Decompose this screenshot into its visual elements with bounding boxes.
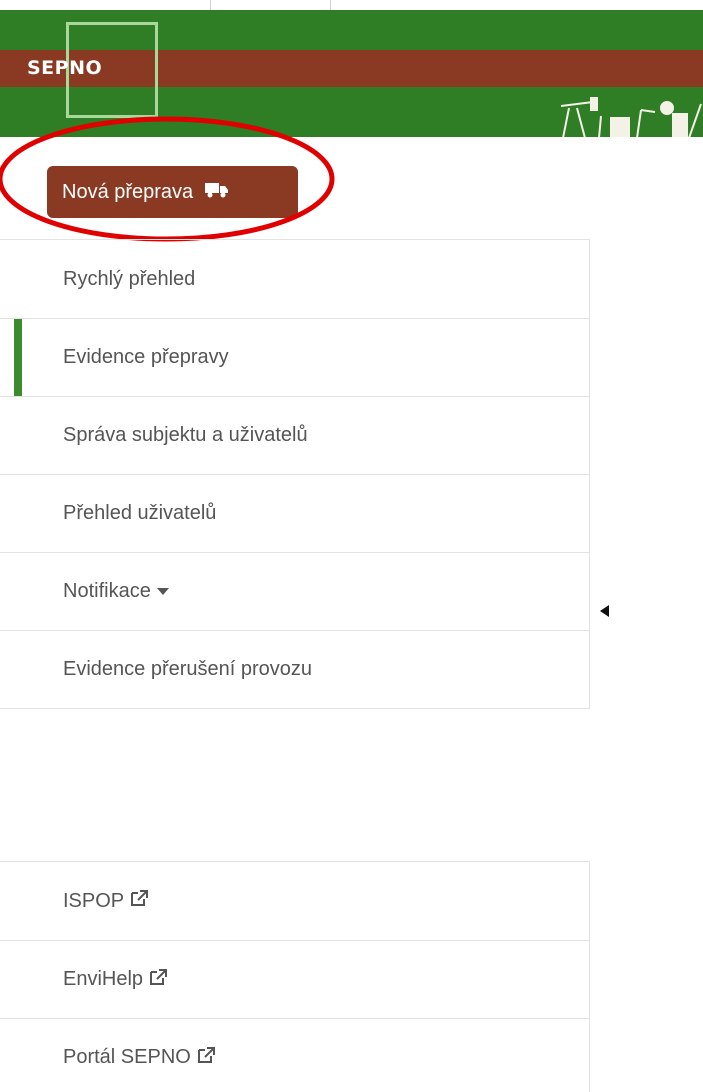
- nav-item-operation-interruptions[interactable]: Evidence přerušení provozu: [0, 630, 589, 708]
- sidebar-nav: Rychlý přehled Evidence přepravy Správa …: [0, 239, 590, 709]
- external-link-icon: [196, 1046, 216, 1070]
- external-link-label: ISPOP: [63, 889, 125, 912]
- external-link-ispop[interactable]: ISPOP: [0, 862, 589, 940]
- external-link-envihelp[interactable]: EnviHelp: [0, 940, 589, 1018]
- nav-item-transport-records[interactable]: Evidence přepravy: [0, 318, 589, 396]
- nav-item-label: Evidence přerušení provozu: [63, 658, 313, 680]
- external-link-label: EnviHelp: [63, 968, 144, 990]
- nav-item-label: Správa subjektu a uživatelů: [63, 424, 308, 446]
- external-link-portal-sepno[interactable]: Portál SEPNO: [0, 1018, 589, 1092]
- collapse-left-icon[interactable]: [600, 605, 609, 617]
- logo[interactable]: SEPNO: [27, 57, 102, 79]
- nav-item-label: Přehled uživatelů: [63, 502, 217, 524]
- external-link-icon: [148, 968, 168, 992]
- external-link-label: Portál SEPNO: [63, 1046, 191, 1068]
- caret-down-icon: [156, 588, 169, 595]
- nav-item-label: Evidence přepravy: [63, 346, 229, 368]
- external-links: ISPOP EnviHelp Portál SEPNO: [0, 861, 590, 1092]
- external-link-icon: [129, 889, 149, 913]
- nav-item-label: Rychlý přehled: [63, 267, 196, 290]
- nav-item-users-overview[interactable]: Přehled uživatelů: [0, 474, 589, 552]
- tab-divider: [330, 0, 331, 10]
- top-strip: [0, 0, 703, 10]
- nav-item-quick-overview[interactable]: Rychlý přehled: [0, 240, 589, 318]
- tab-divider: [210, 0, 211, 10]
- red-ellipse-annotation: [0, 116, 335, 242]
- nav-item-notifications[interactable]: Notifikace: [0, 552, 589, 630]
- oil-pump-illustration: [560, 97, 702, 137]
- nav-item-label: Notifikace: [63, 580, 151, 602]
- nav-item-subject-users-admin[interactable]: Správa subjektu a uživatelů: [0, 396, 589, 474]
